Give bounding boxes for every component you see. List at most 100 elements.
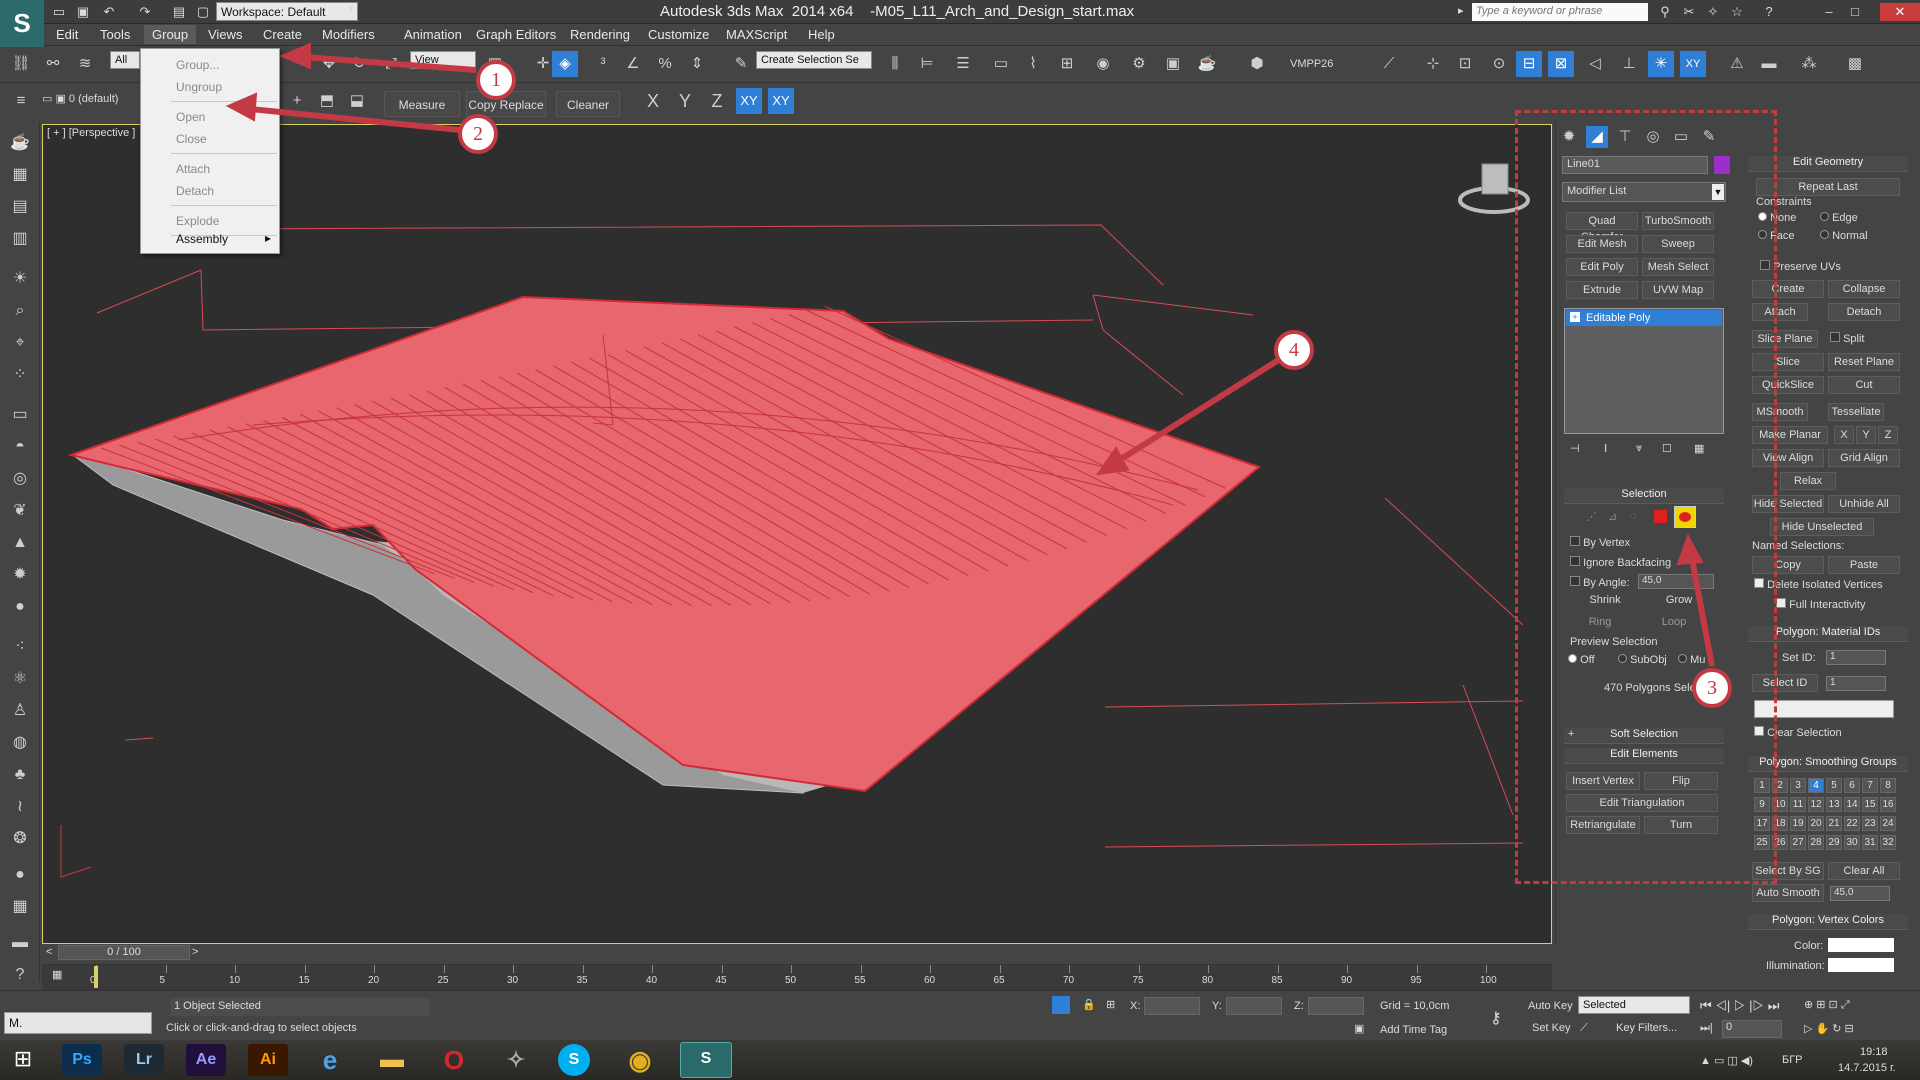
tick-mark (1347, 965, 1348, 973)
3dsmax-taskbar-icon[interactable]: S (680, 1042, 732, 1078)
y-label: Y: (1212, 1000, 1222, 1012)
auto-key-button[interactable]: Auto Key (1528, 1000, 1573, 1012)
time-slider-thumb[interactable]: 0 / 100 (58, 945, 190, 960)
tick-mark (235, 965, 236, 973)
x-coordinate-input[interactable] (1144, 997, 1200, 1015)
tick-label: 60 (924, 975, 936, 986)
x-label: X: (1130, 1000, 1141, 1012)
tick-mark (1208, 965, 1209, 973)
tick-label: 70 (1063, 975, 1075, 986)
tick-label: 35 (576, 975, 588, 986)
tick-label: 90 (1341, 975, 1353, 986)
arrow-4-head (1095, 446, 1130, 476)
arrow-4-shaft (1108, 351, 1290, 469)
tick-label: 50 (785, 975, 797, 986)
tick-label: 25 (437, 975, 449, 986)
pan-orbit-controls[interactable]: ▷ ✋ ↻ ⊟ (1804, 1022, 1854, 1035)
opera-icon[interactable]: O (434, 1044, 474, 1076)
key-mode-dropdown[interactable]: Selected (1578, 996, 1690, 1014)
maxscript-mini-label: M. (9, 1016, 23, 1030)
illustrator-icon[interactable]: Ai (248, 1044, 288, 1076)
selection-status: 1 Object Selected (170, 998, 430, 1016)
tick-mark (1277, 965, 1279, 973)
photoshop-icon[interactable]: Ps (62, 1044, 102, 1076)
system-tray-icons[interactable]: ▲ ▭ ◫ ◀) (1700, 1054, 1753, 1067)
arrow-2-shaft (239, 105, 461, 133)
tick-label: 95 (1410, 975, 1422, 986)
tick-label: 15 (298, 975, 310, 986)
internet-explorer-icon[interactable]: e (310, 1044, 350, 1076)
tick-mark (1486, 965, 1487, 973)
time-tag-icon[interactable]: ▣ (1354, 1022, 1364, 1035)
time-next-icon[interactable]: > (192, 946, 198, 958)
tick-label: 85 (1271, 975, 1283, 986)
arrow-2-head (225, 92, 258, 122)
tick-label: 10 (229, 975, 241, 986)
tick-label: 30 (507, 975, 519, 986)
clock-time[interactable]: 19:18 (1860, 1046, 1888, 1058)
tick-label: 100 (1480, 975, 1497, 986)
tick-label: 80 (1202, 975, 1214, 986)
track-bar-ticks: 0 5 10 15 20 25 30 35 40 45 50 55 60 65 70 75 80 85 90 95 10… (42, 965, 1552, 991)
callout-3: 3 (1692, 668, 1732, 708)
grid-size-label: Grid = 10,0cm (1380, 1000, 1450, 1012)
filmstrip-icon[interactable]: ▦ (52, 968, 62, 981)
language-indicator[interactable]: БГР (1782, 1054, 1803, 1066)
key-mode-icon[interactable]: ⏭| (1700, 1022, 1713, 1035)
arrow-1-head (279, 42, 311, 70)
tick-mark (304, 965, 306, 973)
track-bar[interactable]: 0 5 10 15 20 25 30 35 40 45 50 55 60 65 70 75 80 85 90 95 10… (42, 964, 1552, 990)
maxscript-listener[interactable]: M. (4, 1012, 152, 1034)
key-curve-icon[interactable]: ⟋ (1580, 1022, 1588, 1035)
tick-mark (513, 965, 514, 973)
tick-mark (999, 965, 1001, 973)
lock-icon[interactable]: 🔒 (1082, 998, 1096, 1011)
tick-label: 20 (368, 975, 380, 986)
time-slider[interactable]: < 0 / 100 > (42, 944, 1552, 962)
tick-mark (443, 965, 445, 973)
set-key-button[interactable]: Set Key (1532, 1022, 1571, 1034)
current-frame-input[interactable]: 0 (1722, 1020, 1782, 1038)
callout-2: 2 (458, 114, 498, 154)
z-label: Z: (1294, 1000, 1304, 1012)
start-button[interactable]: ⊞ (8, 1046, 38, 1074)
annotation-overlay (225, 42, 1715, 667)
absolute-mode-icon[interactable]: ⊞ (1106, 998, 1115, 1011)
tick-mark (1069, 965, 1070, 973)
playback-controls[interactable]: ⏮ ◁| ▷ |▷ ⏭ (1700, 998, 1779, 1014)
arrow-3-shaft (1687, 547, 1715, 667)
chrome-icon[interactable]: ◉ (620, 1044, 660, 1076)
key-icon[interactable]: ⚷ (1490, 1008, 1502, 1028)
callout-1: 1 (476, 60, 516, 100)
tick-label: 75 (1132, 975, 1144, 986)
clock-date[interactable]: 14.7.2015 г. (1838, 1062, 1896, 1074)
add-time-tag-button[interactable]: Add Time Tag (1380, 1024, 1447, 1036)
tick-label: 45 (715, 975, 727, 986)
selection-lock-icon[interactable] (1052, 996, 1070, 1014)
arrow-3-head (1676, 533, 1704, 566)
tick-mark (860, 965, 862, 973)
z-coordinate-input[interactable] (1308, 997, 1364, 1015)
tick-mark (374, 965, 375, 973)
fox-app-icon[interactable]: ✧ (496, 1044, 536, 1076)
current-frame-marker (94, 966, 98, 988)
y-coordinate-input[interactable] (1226, 997, 1282, 1015)
file-explorer-icon[interactable]: ▬ (372, 1044, 412, 1076)
tick-mark (930, 965, 931, 973)
taskbar (0, 1040, 1920, 1080)
arrow-1-shaft (289, 53, 477, 73)
tick-label: 40 (646, 975, 658, 986)
key-filters-button[interactable]: Key Filters... (1616, 1022, 1677, 1034)
tick-mark (652, 965, 653, 973)
tick-mark (791, 965, 792, 973)
after-effects-icon[interactable]: Ae (186, 1044, 226, 1076)
callout-4: 4 (1274, 330, 1314, 370)
lightroom-icon[interactable]: Lr (124, 1044, 164, 1076)
skype-icon[interactable]: S (558, 1044, 590, 1076)
time-prev-icon[interactable]: < (46, 946, 52, 958)
tick-mark (165, 965, 167, 973)
tick-mark (582, 965, 584, 973)
tick-label: 55 (854, 975, 866, 986)
viewport-nav-controls[interactable]: ⊕ ⊞ ⊡ ⤢ (1804, 998, 1850, 1012)
prompt-line: Click or click-and-drag to select object… (166, 1022, 357, 1034)
